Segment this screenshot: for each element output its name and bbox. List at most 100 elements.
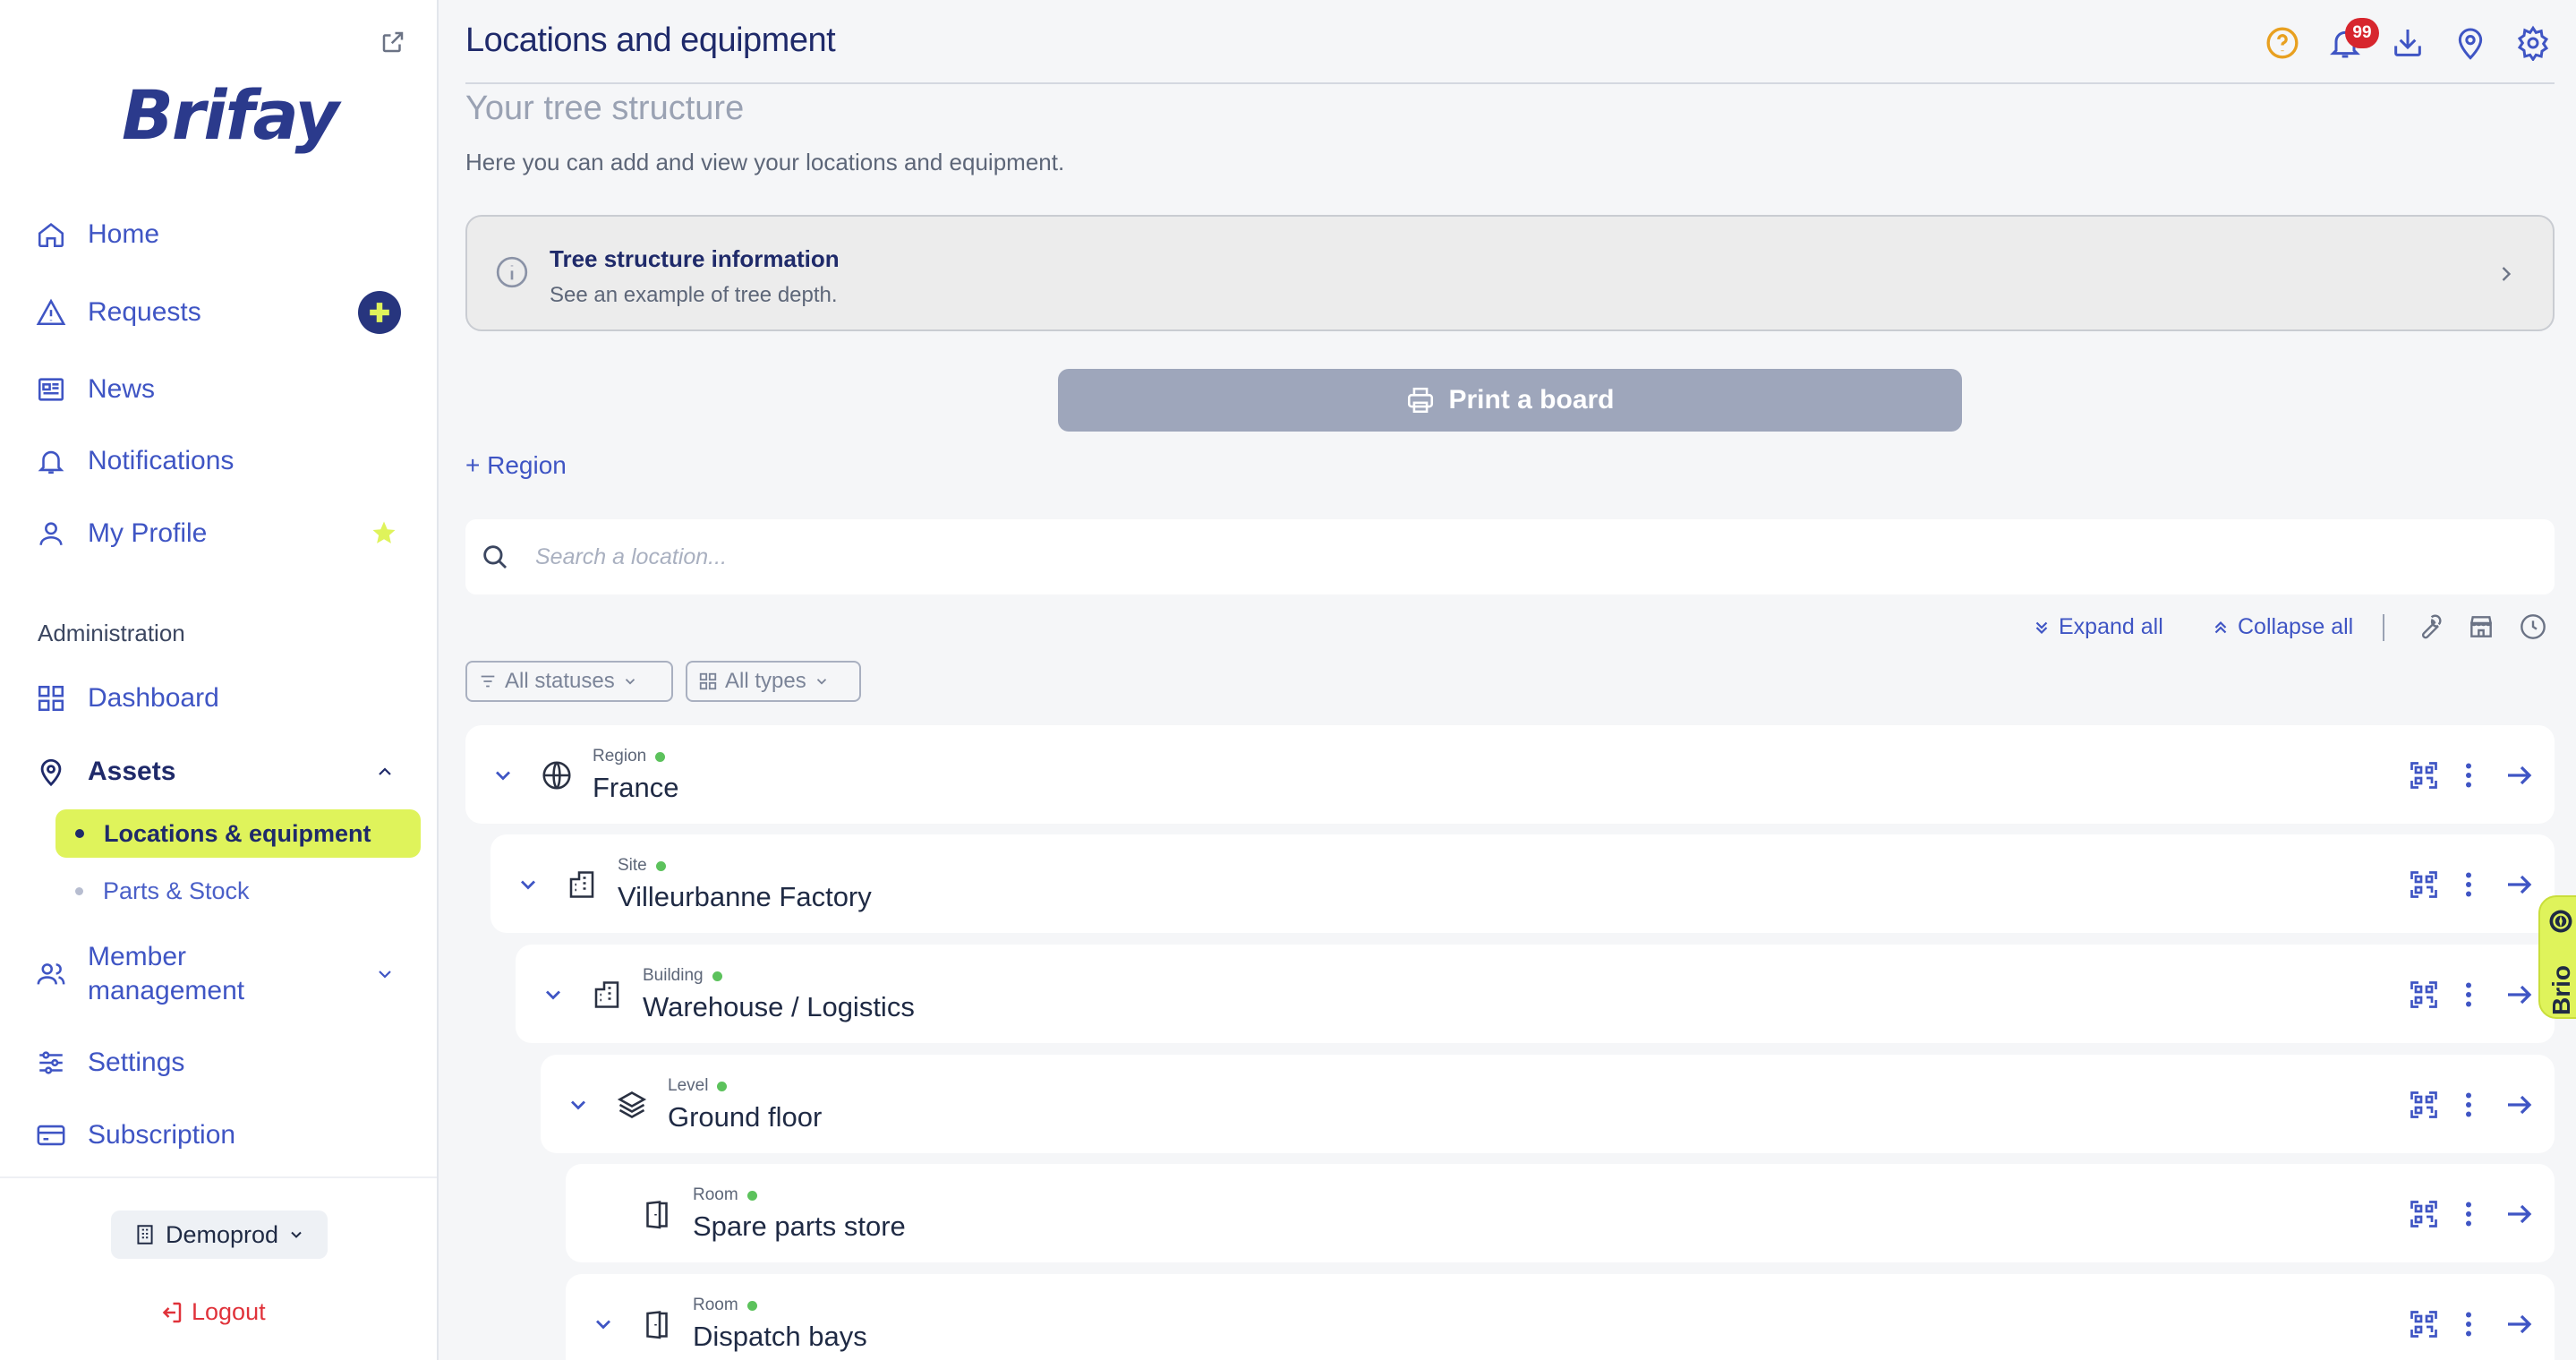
sidebar-subitem-parts-stock[interactable]: Parts & Stock xyxy=(55,868,421,913)
sidebar-subitem-locations-equipment[interactable]: Locations & equipment xyxy=(55,809,421,858)
newspaper-icon xyxy=(38,378,64,401)
tree-node-room[interactable]: Room Dispatch bays xyxy=(566,1274,2555,1360)
tree-info-card[interactable]: Tree structure information See an exampl… xyxy=(465,215,2555,331)
chevron-down-icon[interactable] xyxy=(374,963,396,985)
tree-node-level[interactable]: Level Ground floor xyxy=(541,1055,2555,1153)
qr-code-icon[interactable] xyxy=(2408,1089,2440,1121)
status-dot xyxy=(655,860,666,871)
node-name: Ground floor xyxy=(668,1101,823,1133)
chevron-down-icon[interactable] xyxy=(516,872,541,897)
users-icon xyxy=(37,963,65,985)
sidebar-item-requests[interactable]: Requests xyxy=(36,287,412,338)
user-icon xyxy=(39,522,63,545)
qr-code-icon[interactable] xyxy=(2408,759,2440,791)
search-input[interactable] xyxy=(535,543,2415,570)
credit-card-icon xyxy=(37,1125,65,1146)
expand-all-label: Expand all xyxy=(2059,614,2163,639)
add-region-link[interactable]: + Region xyxy=(465,451,567,480)
warning-triangle-icon xyxy=(36,298,66,326)
node-type: Room xyxy=(693,1185,757,1205)
location-search xyxy=(465,519,2555,594)
sidebar-item-label: Subscription xyxy=(88,1120,236,1150)
type-filter-label: All types xyxy=(725,669,806,693)
qr-code-icon[interactable] xyxy=(2408,1198,2440,1230)
notifications-button[interactable]: 99 xyxy=(2327,18,2379,61)
sidebar-item-my-profile[interactable]: My Profile xyxy=(36,509,412,559)
workspace-name: Demoprod xyxy=(165,1220,279,1248)
chevron-down-icon[interactable] xyxy=(566,1092,591,1117)
brio-assistant-tab[interactable]: Brio xyxy=(2538,895,2576,1019)
info-card-subtitle: See an example of tree depth. xyxy=(550,283,838,307)
more-vertical-icon[interactable] xyxy=(2452,1089,2485,1121)
collapse-all-button[interactable]: Collapse all xyxy=(2211,614,2353,640)
node-name: Spare parts store xyxy=(693,1210,906,1242)
section-description: Here you can add and view your locations… xyxy=(465,149,1065,175)
chevron-down-icon[interactable] xyxy=(541,982,566,1007)
chevron-down-icon[interactable] xyxy=(591,1312,616,1337)
sidebar: Brifay Home Requests News Notifications … xyxy=(0,0,439,1360)
logout-button[interactable]: Logout xyxy=(158,1298,266,1326)
tree-node-building[interactable]: Building Warehouse / Logistics xyxy=(516,945,2555,1043)
node-name: Villeurbanne Factory xyxy=(618,881,872,912)
print-board-button[interactable]: Print a board xyxy=(1058,369,1962,432)
tree-node-region[interactable]: Region France xyxy=(465,725,2555,824)
tree-node-room[interactable]: Room Spare parts store xyxy=(566,1164,2555,1262)
status-dot xyxy=(717,1081,728,1091)
expand-all-button[interactable]: Expand all xyxy=(2032,614,2163,640)
store-icon[interactable] xyxy=(2467,612,2495,641)
sidebar-item-news[interactable]: News xyxy=(36,364,412,415)
workspace-selector[interactable]: Demoprod xyxy=(111,1210,328,1259)
chevron-down-icon[interactable] xyxy=(490,763,516,788)
sidebar-item-assets[interactable]: Assets xyxy=(36,747,412,797)
external-link-icon[interactable] xyxy=(380,29,406,56)
sidebar-item-label: Notifications xyxy=(88,446,235,475)
type-filter[interactable]: All types xyxy=(686,661,861,702)
arrow-right-icon[interactable] xyxy=(2503,1198,2535,1230)
sidebar-item-notifications[interactable]: Notifications xyxy=(36,436,412,486)
header-toolbar: 99 xyxy=(2265,18,2569,66)
sidebar-item-label: Assets xyxy=(88,757,176,786)
notification-count-badge: 99 xyxy=(2345,18,2379,48)
node-name: France xyxy=(593,772,679,803)
status-dot xyxy=(746,1300,757,1311)
door-icon xyxy=(646,1311,668,1339)
add-request-button[interactable] xyxy=(358,291,401,334)
plus-icon xyxy=(370,303,389,322)
brio-label: Brio xyxy=(2547,965,2575,1015)
arrow-right-icon[interactable] xyxy=(2503,1089,2535,1121)
sidebar-item-home[interactable]: Home xyxy=(36,210,412,260)
tree-toolbar: Expand all Collapse all xyxy=(2032,609,2560,650)
more-vertical-icon[interactable] xyxy=(2452,868,2485,901)
sidebar-item-dashboard[interactable]: Dashboard xyxy=(36,673,412,723)
info-icon xyxy=(496,256,528,288)
help-icon[interactable] xyxy=(2265,25,2300,61)
arrow-right-icon[interactable] xyxy=(2503,868,2535,901)
arrow-right-icon[interactable] xyxy=(2503,979,2535,1011)
map-pin-icon[interactable] xyxy=(2452,25,2488,61)
layers-icon xyxy=(617,1091,647,1118)
bullet-dot xyxy=(75,829,84,838)
qr-code-icon[interactable] xyxy=(2408,868,2440,901)
sidebar-item-subscription[interactable]: Subscription xyxy=(36,1110,412,1160)
qr-code-icon[interactable] xyxy=(2408,979,2440,1011)
qr-code-icon[interactable] xyxy=(2408,1308,2440,1340)
gear-icon[interactable] xyxy=(2515,25,2551,61)
sidebar-item-member-management[interactable]: Member management xyxy=(36,937,412,1012)
chevron-up-icon[interactable] xyxy=(374,761,396,783)
more-vertical-icon[interactable] xyxy=(2452,1308,2485,1340)
more-vertical-icon[interactable] xyxy=(2452,759,2485,791)
node-type: Site xyxy=(618,856,666,876)
sidebar-subitem-label: Locations & equipment xyxy=(104,819,371,847)
arrow-right-icon[interactable] xyxy=(2503,759,2535,791)
download-icon[interactable] xyxy=(2390,25,2426,61)
more-vertical-icon[interactable] xyxy=(2452,1198,2485,1230)
sidebar-item-settings[interactable]: Settings xyxy=(36,1038,412,1088)
printer-icon xyxy=(1408,387,1434,414)
arrow-right-icon[interactable] xyxy=(2503,1308,2535,1340)
tree-node-site[interactable]: Site Villeurbanne Factory xyxy=(490,834,2555,933)
more-vertical-icon[interactable] xyxy=(2452,979,2485,1011)
status-filter[interactable]: All statuses xyxy=(465,661,673,702)
node-type: Building xyxy=(643,966,722,986)
wrench-icon[interactable] xyxy=(2415,612,2444,641)
clock-icon[interactable] xyxy=(2519,612,2547,641)
